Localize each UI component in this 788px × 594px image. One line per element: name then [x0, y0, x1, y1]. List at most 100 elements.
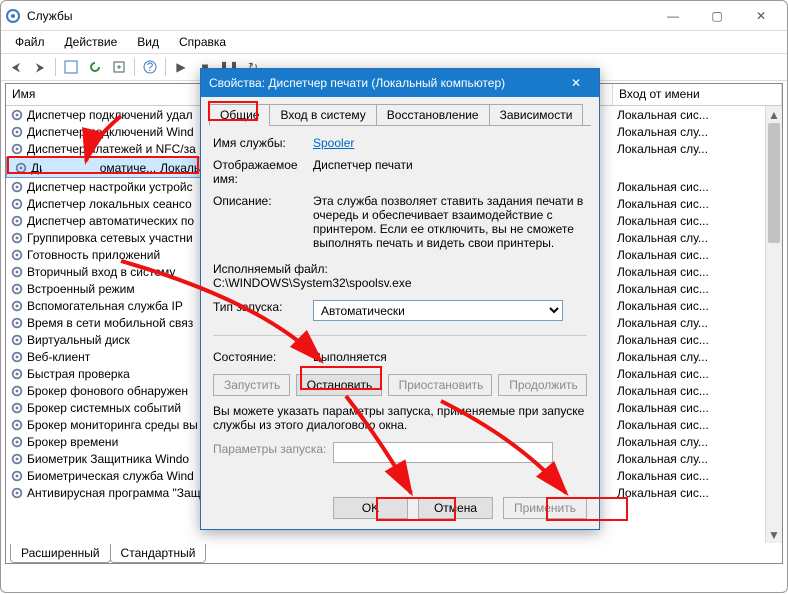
tab-extended[interactable]: Расширенный	[10, 544, 111, 563]
forward-icon[interactable]: ⮞	[29, 56, 51, 78]
service-name: Брокер фонового обнаружен	[27, 384, 188, 398]
gear-icon	[10, 435, 24, 449]
gear-icon	[10, 231, 24, 245]
value-exe: C:\WINDOWS\System32\spoolsv.exe	[213, 276, 412, 290]
gear-icon	[10, 108, 24, 122]
back-icon[interactable]: ⮜	[5, 56, 27, 78]
start-icon[interactable]: ▶	[170, 56, 192, 78]
tab-logon[interactable]: Вход в систему	[269, 104, 376, 126]
label-params: Параметры запуска:	[213, 442, 333, 456]
minimize-button[interactable]: —	[651, 2, 695, 30]
service-logon: Локальная сис...	[613, 384, 709, 398]
service-logon: Локальная слу...	[613, 452, 708, 466]
service-logon: Локальная сис...	[613, 469, 709, 483]
help-icon[interactable]: ?	[139, 56, 161, 78]
menubar: Файл Действие Вид Справка	[1, 31, 787, 53]
service-logon: Локальная сис...	[613, 367, 709, 381]
service-logon: Локальная сис...	[613, 282, 709, 296]
scrollbar[interactable]: ▲ ▼	[765, 106, 782, 543]
col-name[interactable]: Имя	[6, 84, 204, 105]
menu-action[interactable]: Действие	[57, 33, 126, 51]
start-button[interactable]: Запустить	[213, 374, 290, 396]
params-input[interactable]	[333, 442, 553, 463]
close-button[interactable]: ✕	[739, 2, 783, 30]
gear-icon	[10, 142, 24, 156]
service-logon: Локальная сис...	[613, 108, 709, 122]
scroll-thumb[interactable]	[768, 123, 780, 243]
service-logon: Локальная сис...	[613, 333, 709, 347]
gear-icon	[10, 469, 24, 483]
export-icon[interactable]	[108, 56, 130, 78]
service-name: Диспетчер печати	[31, 161, 42, 175]
service-logon: Локальная слу...	[613, 316, 708, 330]
resume-button[interactable]: Продолжить	[498, 374, 587, 396]
service-name: Встроенный режим	[27, 282, 135, 296]
service-logon: Локальная сис...	[613, 180, 709, 194]
apply-button[interactable]: Применить	[503, 497, 587, 519]
service-logon: Локальная сис...	[613, 248, 709, 262]
service-name: Диспетчер платежей и NFC/за	[27, 142, 196, 156]
dialog-close-icon[interactable]: ✕	[561, 76, 591, 90]
service-name: Антивирусная программа "Защитника Window…	[27, 486, 204, 500]
menu-view[interactable]: Вид	[129, 33, 167, 51]
value-display: Диспетчер печати	[313, 158, 587, 172]
menu-file[interactable]: Файл	[7, 33, 53, 51]
service-name: Веб-клиент	[27, 350, 90, 364]
service-logon: Локальная сис...	[613, 197, 709, 211]
scroll-down-icon[interactable]: ▼	[766, 526, 782, 543]
app-icon	[5, 8, 21, 24]
service-name: Вспомогательная служба IP	[27, 299, 183, 313]
col-logon[interactable]: Вход от имени	[613, 84, 782, 105]
tab-general[interactable]: Общие	[209, 104, 270, 126]
ok-button[interactable]: OK	[333, 497, 408, 519]
gear-icon	[10, 180, 24, 194]
stop-button[interactable]: Остановить	[296, 374, 382, 396]
scroll-up-icon[interactable]: ▲	[766, 106, 782, 123]
tab-standard[interactable]: Стандартный	[110, 544, 207, 563]
service-name: Вторичный вход в систему	[27, 265, 175, 279]
service-logon: Локальная слу...	[613, 350, 708, 364]
service-name: Брокер времени	[27, 435, 118, 449]
service-name: Готовность приложений	[27, 248, 160, 262]
maximize-button[interactable]: ▢	[695, 2, 739, 30]
service-name: Виртуальный диск	[27, 333, 130, 347]
tab-recovery[interactable]: Восстановление	[376, 104, 490, 126]
startup-select[interactable]: Автоматически	[313, 300, 563, 321]
label-display: Отображаемое имя:	[213, 158, 313, 186]
tab-deps[interactable]: Зависимости	[489, 104, 584, 126]
service-logon: Локальная слу...	[613, 125, 708, 139]
dialog-footer: OK Отмена Применить	[333, 497, 587, 519]
service-logon: Локальная сис...	[613, 401, 709, 415]
cancel-button[interactable]: Отмена	[418, 497, 493, 519]
gear-icon	[10, 299, 24, 313]
service-name: Диспетчер настройки устройс	[27, 180, 193, 194]
gear-icon	[10, 418, 24, 432]
titlebar: Службы — ▢ ✕	[1, 1, 787, 31]
service-name: Биометрик Защитника Windo	[27, 452, 189, 466]
service-name: Быстрая проверка	[27, 367, 130, 381]
toolbar-icon[interactable]	[60, 56, 82, 78]
service-logon: Локальная сис...	[613, 418, 709, 432]
label-state: Состояние:	[213, 350, 313, 364]
value-state: Выполняется	[313, 350, 587, 364]
menu-help[interactable]: Справка	[171, 33, 234, 51]
gear-icon	[10, 384, 24, 398]
gear-icon	[10, 452, 24, 466]
gear-icon	[10, 248, 24, 262]
service-name: Биометрическая служба Wind	[27, 469, 194, 483]
bottom-tabs: Расширенный Стандартный	[6, 543, 205, 563]
service-logon: Локальная сис...	[613, 299, 709, 313]
label-exe: Исполняемый файл:	[213, 262, 328, 276]
service-name: Брокер мониторинга среды вы	[27, 418, 198, 432]
properties-dialog: Свойства: Диспетчер печати (Локальный ко…	[200, 68, 600, 530]
service-control-row: Запустить Остановить Приостановить Продо…	[213, 374, 587, 396]
service-logon: Локальная слу...	[613, 142, 708, 156]
refresh-icon[interactable]	[84, 56, 106, 78]
dialog-titlebar[interactable]: Свойства: Диспетчер печати (Локальный ко…	[201, 69, 599, 97]
value-desc: Эта служба позволяет ставить задания печ…	[313, 194, 587, 254]
gear-icon	[10, 486, 24, 500]
pause-button[interactable]: Приостановить	[388, 374, 493, 396]
service-name: Диспетчер подключений Wind	[27, 125, 194, 139]
service-name: Диспетчер подключений удал	[27, 108, 193, 122]
service-logon: Локальная слу...	[613, 435, 708, 449]
